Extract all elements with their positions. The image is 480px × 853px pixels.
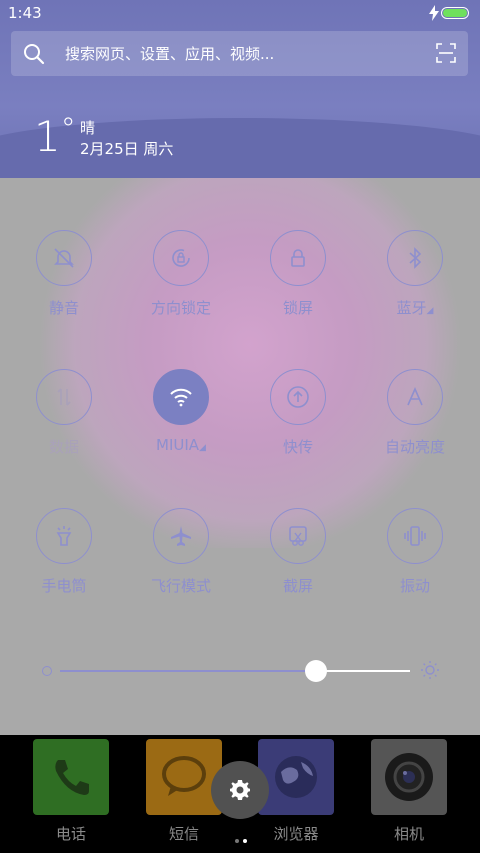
quick-settings-panel: 静音 方向锁定 锁屏 蓝牙◢ 数据 MIUIA◢ 快传 自动亮度 手电筒 飞行模…: [0, 178, 480, 735]
app-messages-label: 短信: [168, 825, 199, 843]
rotation-lock-icon: [153, 230, 209, 286]
toggle-airplane-label: 飞行模式: [150, 577, 211, 595]
weather-date: 2月25日 周六: [80, 140, 174, 158]
toggle-data-label: 数据: [48, 438, 79, 456]
toggle-wifi-label: MIUIA◢: [131, 436, 231, 454]
toggle-vibrate[interactable]: 振动: [365, 508, 465, 596]
toggle-mobile-data[interactable]: 数据: [14, 369, 114, 457]
flashlight-icon: [36, 508, 92, 564]
vibrate-icon: [387, 508, 443, 564]
status-bar: 1:43: [0, 0, 480, 28]
more-indicator-icon: ◢: [426, 306, 434, 316]
app-phone-label: 电话: [55, 825, 86, 843]
toggle-lock-label: 锁屏: [282, 299, 313, 317]
auto-brightness-icon: [387, 369, 443, 425]
toggle-flashlight[interactable]: 手电筒: [14, 508, 114, 596]
degree-symbol: °: [60, 112, 76, 147]
brightness-slider-fill: [60, 670, 316, 672]
toggle-silent[interactable]: 静音: [14, 230, 114, 318]
wifi-icon: [153, 369, 209, 425]
brightness-low-icon: [42, 666, 52, 676]
airplane-icon: [153, 508, 209, 564]
toggle-silent-label: 静音: [48, 299, 79, 317]
toggle-vibrate-label: 振动: [399, 577, 430, 595]
camera-icon: [371, 739, 447, 815]
charging-icon: [429, 5, 439, 21]
app-camera[interactable]: 相机: [369, 739, 449, 844]
lock-icon: [270, 230, 326, 286]
page-indicator: [233, 828, 249, 847]
scan-icon[interactable]: [436, 43, 456, 63]
brightness-slider-thumb[interactable]: [304, 660, 327, 682]
upload-icon: [270, 369, 326, 425]
bluetooth-icon: [387, 230, 443, 286]
toggle-share[interactable]: 快传: [248, 369, 348, 457]
app-browser-label: 浏览器: [273, 825, 319, 843]
search-icon: [24, 44, 45, 65]
toggle-bluetooth[interactable]: 蓝牙◢: [365, 230, 465, 318]
weather-temperature[interactable]: 1°: [34, 112, 76, 161]
weather-condition: 晴: [80, 119, 96, 137]
toggle-auto-brightness[interactable]: 自动亮度: [365, 369, 465, 457]
app-camera-label: 相机: [393, 825, 424, 843]
app-phone[interactable]: 电话: [31, 739, 111, 844]
search-bar[interactable]: 搜索网页、设置、应用、视频...: [11, 31, 468, 76]
toggle-lock-screen[interactable]: 锁屏: [248, 230, 348, 318]
temperature-value: 1: [34, 112, 61, 161]
search-placeholder: 搜索网页、设置、应用、视频...: [65, 45, 275, 63]
toggle-wifi[interactable]: MIUIA◢: [131, 369, 231, 454]
bluetooth-label-text: 蓝牙: [396, 299, 427, 317]
toggle-bluetooth-label: 蓝牙◢: [365, 297, 465, 318]
brightness-high-icon: [421, 661, 439, 679]
brightness-slider[interactable]: [60, 660, 410, 682]
screenshot-icon: [270, 508, 326, 564]
battery-icon: [441, 7, 469, 19]
toggle-brightness-label: 自动亮度: [384, 438, 445, 456]
mobile-data-icon: [36, 369, 92, 425]
notification-header: 1:43 搜索网页、设置、应用、视频... 1° 晴 2月25日 周六: [0, 0, 480, 178]
toggle-flashlight-label: 手电筒: [41, 577, 87, 595]
page-dot-active: [243, 839, 247, 843]
status-time: 1:43: [8, 4, 42, 22]
toggle-share-label: 快传: [282, 438, 313, 456]
wifi-network-name: MIUIA: [156, 436, 200, 454]
message-icon: [146, 739, 222, 815]
browser-icon: [258, 739, 334, 815]
toggle-airplane[interactable]: 飞行模式: [131, 508, 231, 596]
bell-off-icon: [36, 230, 92, 286]
more-indicator-icon: ◢: [199, 443, 206, 453]
toggle-screenshot[interactable]: 截屏: [248, 508, 348, 596]
gear-icon: [230, 780, 250, 800]
phone-icon: [33, 739, 109, 815]
toggle-rotation-label: 方向锁定: [150, 299, 211, 317]
page-dot: [235, 839, 239, 843]
toggle-rotation-lock[interactable]: 方向锁定: [131, 230, 231, 318]
settings-button[interactable]: [211, 761, 269, 819]
toggle-screenshot-label: 截屏: [282, 577, 313, 595]
